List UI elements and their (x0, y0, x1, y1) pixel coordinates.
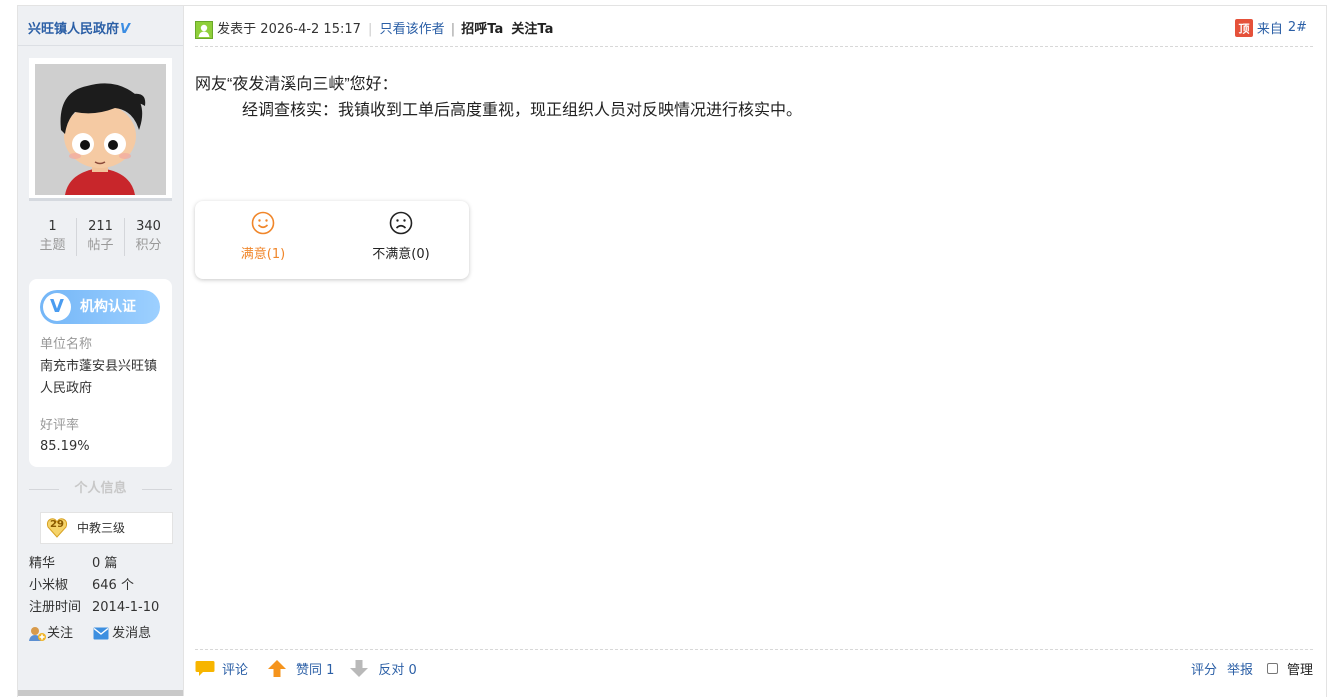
follow-user-icon (29, 626, 46, 641)
comment-icon (195, 661, 215, 676)
greeting-line: 网友“夜发清溪向三峡”您好： (195, 76, 398, 93)
satisfied-label: 满意(1) (240, 247, 286, 262)
post-meta-bar: 发表于 2026-4-2 15:17 | 只看该作者 | 招呼Ta 关注Ta (195, 18, 553, 39)
personal-info-divider: 个人信息 (29, 481, 172, 497)
floor-info: 顶 来自 2# (1234, 18, 1307, 37)
comment-button[interactable]: 评论 (195, 659, 248, 678)
follow-ta-link[interactable]: 关注Ta (511, 22, 553, 37)
online-status-icon (195, 20, 213, 39)
author-name: 兴旺镇人民政府 (28, 22, 120, 37)
unsatisfied-label: 不满意(0) (372, 247, 430, 262)
mail-icon (93, 627, 109, 640)
satisfaction-vote-card: 满意(1) 不满意(0) (195, 201, 469, 279)
posted-prefix: 发表于 (217, 22, 257, 37)
report-link[interactable]: 举报 (1227, 659, 1253, 678)
send-message-label: 发消息 (112, 626, 152, 641)
post-content: 网友“夜发清溪向三峡”您好： 经调查核实：我镇收到工单后高度重视，现正组织人员对… (195, 72, 802, 124)
personal-info-title: 个人信息 (74, 481, 127, 496)
rating-label: 好评率 (40, 418, 80, 433)
greet-link[interactable]: 招呼Ta (461, 22, 503, 37)
stat-label: 积分 (135, 238, 162, 253)
prop-key: 小米椒 (29, 578, 69, 593)
certification-badge: V 机构认证 (40, 290, 160, 324)
source-label[interactable]: 来自 (1257, 18, 1283, 37)
frown-icon (389, 211, 413, 235)
unit-name-value: 南充市蓬安县兴旺镇人民政府 (40, 359, 158, 396)
posted-time: 2026-4-2 15:17 (260, 22, 361, 37)
prop-register-date: 注册时间 2014-1-10 (29, 596, 159, 615)
oppose-label: 反对 0 (378, 663, 417, 678)
author-stats: 1 主题 211 帖子 340 积分 (29, 218, 172, 256)
follow-label: 关注 (47, 626, 74, 641)
thumb-up-arrow-icon (268, 660, 287, 677)
divider (18, 45, 183, 46)
sidebar-bottom-bar (18, 690, 183, 696)
separator: | (450, 22, 456, 37)
top-badge-icon[interactable]: 顶 (1234, 18, 1253, 37)
certification-badge-label: 机构认证 (80, 299, 136, 315)
user-level[interactable]: 29 中教三级 (40, 512, 173, 544)
post-admin-actions: 评分 举报 管理 (1191, 659, 1313, 678)
prop-value: 2014-1-10 (92, 600, 160, 615)
stat-value: 1 (48, 219, 57, 234)
avatar[interactable] (29, 58, 172, 201)
svg-text:顶: 顶 (1238, 22, 1249, 35)
stat-points[interactable]: 340 积分 (125, 218, 172, 256)
smile-icon (251, 211, 275, 235)
prop-pepper: 小米椒 646 个 (29, 574, 134, 593)
oppose-button[interactable]: 反对 0 (350, 659, 417, 678)
body-line: 经调查核实：我镇收到工单后高度重视，现正组织人员对反映情况进行核实中。 (242, 102, 803, 119)
avatar-image (35, 64, 166, 195)
agree-button[interactable]: 赞同 1 (268, 659, 334, 678)
follow-button[interactable]: 关注 (29, 626, 77, 641)
unit-name-label: 单位名称 (40, 337, 93, 352)
stat-value: 340 (136, 219, 161, 234)
satisfied-button[interactable]: 满意(1) (203, 211, 323, 262)
prop-value: 0 篇 (92, 556, 118, 571)
stat-label: 帖子 (87, 238, 114, 253)
comment-label: 评论 (222, 663, 249, 678)
separator: | (368, 22, 373, 37)
agree-label: 赞同 1 (296, 663, 335, 678)
stat-value: 211 (88, 219, 113, 234)
author-name-link[interactable]: 兴旺镇人民政府V (28, 18, 130, 37)
manage-checkbox[interactable] (1266, 663, 1278, 674)
floor-number[interactable]: 2# (1288, 20, 1307, 35)
post-actions: 评论 赞同 1 反对 0 (195, 659, 417, 678)
stat-label: 主题 (39, 238, 66, 253)
level-number: 29 (50, 519, 64, 530)
verified-v-icon: V (43, 293, 71, 321)
stat-posts[interactable]: 211 帖子 (77, 218, 125, 256)
manage-label[interactable]: 管理 (1287, 659, 1313, 678)
send-message-button[interactable]: 发消息 (93, 626, 151, 641)
prop-value: 646 个 (92, 578, 134, 593)
rating-value: 85.19% (40, 439, 90, 454)
certification-card: V 机构认证 单位名称 南充市蓬安县兴旺镇人民政府 好评率 85.19% (29, 279, 172, 467)
prop-key: 注册时间 (29, 600, 82, 615)
thumb-down-arrow-icon (350, 660, 369, 677)
level-name: 中教三级 (77, 521, 126, 535)
only-author-link[interactable]: 只看该作者 (380, 22, 445, 37)
unsatisfied-button[interactable]: 不满意(0) (341, 211, 461, 262)
author-actions: 关注 发消息 (29, 622, 151, 642)
prop-essence: 精华 0 篇 (29, 552, 117, 571)
rate-link[interactable]: 评分 (1191, 659, 1217, 678)
verified-icon: V (120, 22, 131, 37)
header-divider (195, 46, 1313, 47)
footer-divider (195, 649, 1313, 650)
prop-key: 精华 (29, 556, 56, 571)
stat-topics[interactable]: 1 主题 (29, 218, 77, 256)
